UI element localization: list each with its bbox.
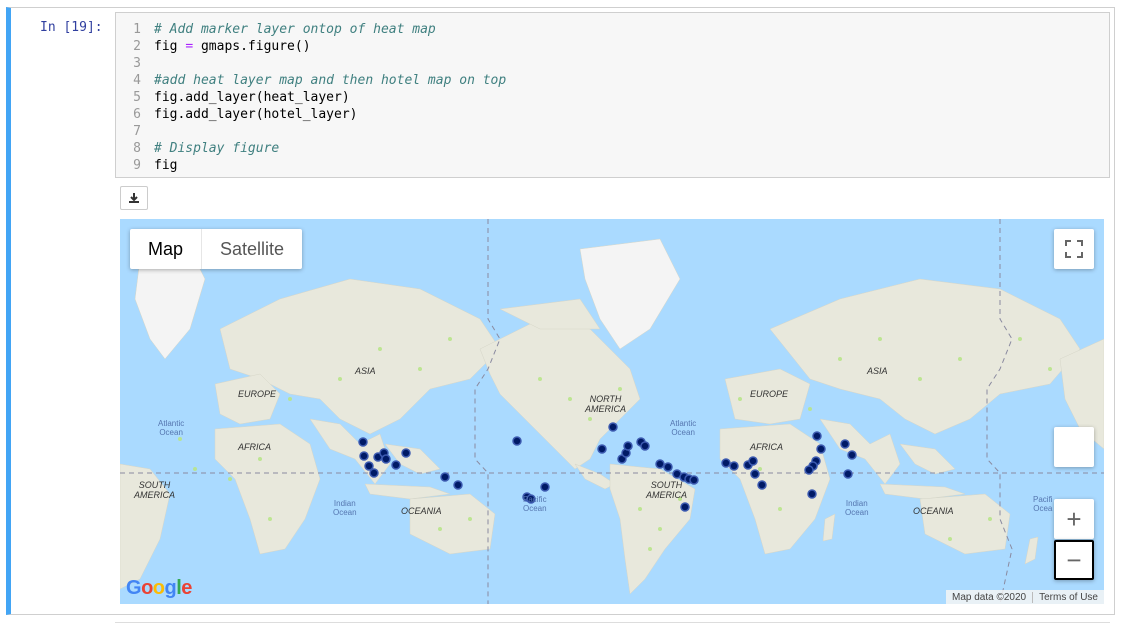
map-label-oceania-2: OCEANIA [913,506,954,516]
code-text: fig [154,39,186,54]
map-label-indian-ocean: Indian Ocean [333,499,357,517]
code-line: fig.add_layer(heat_layer) [154,90,350,105]
label-line: AMERICA [585,404,627,414]
label-line: Ocean [845,508,869,517]
map-label-asia-2: ASIA [867,366,888,376]
map-type-control: Map Satellite [130,229,303,269]
label-line: Indian [845,499,868,508]
map-label-atlantic: Atlantic Ocean [158,419,184,437]
label-line: Ocean [333,508,357,517]
fullscreen-button[interactable] [1054,229,1094,269]
label-line: AMERICA [646,490,688,500]
line-number: 2 [133,39,141,54]
label-line: Indian [333,499,356,508]
line-number: 9 [133,158,141,173]
google-logo: Google [126,577,192,599]
download-icon [129,193,139,203]
map-attribution: Map data ©2020 Terms of Use [946,590,1104,604]
code-editor[interactable]: 1 # Add marker layer ontop of heat map 2… [115,12,1110,178]
map-widget[interactable]: ASIA EUROPE AFRICA Atlantic Ocean SOUTH AM… [120,219,1104,604]
map-label-europe-2: EUROPE [750,389,789,399]
label-line: SOUTH [138,480,171,490]
map-label-atlantic-2: Atlantic Ocean [670,419,696,437]
code-line: fig = gmaps.figure() [154,38,311,55]
label-line: Ocea [1033,504,1053,513]
label-line: Pacifi [1033,495,1053,504]
fullscreen-icon [1065,240,1083,258]
map-label-pacific: Pacific Ocean [523,495,547,513]
line-number: 3 [133,56,141,71]
line-number: 1 [133,22,141,37]
line-number: 4 [133,73,141,88]
map-label-south-america-2: SOUTH AMERICA [646,480,687,500]
terms-of-use-link[interactable]: Terms of Use [1032,591,1104,603]
zoom-out-button[interactable]: − [1054,540,1094,580]
code-line: fig [154,158,178,173]
map-type-satellite-button[interactable]: Satellite [202,229,302,269]
label-line: Ocean [671,428,695,437]
map-label-asia: ASIA [355,366,376,376]
next-cell-edge [115,622,1110,627]
code-line: fig.add_layer(hotel_layer) [154,107,358,122]
code-line: #add heat layer map and then hotel map o… [154,73,507,88]
map-label-africa-2: AFRICA [750,442,784,452]
cell-prompt: In [19]: [40,20,103,35]
download-button[interactable] [120,186,148,210]
line-number: 5 [133,90,141,105]
operator: = [185,39,194,54]
map-label-south-america: SOUTH AMERICA [134,480,175,500]
label-line: Pacific [523,495,547,504]
map-label-europe: EUROPE [238,389,277,399]
label-line: Ocean [523,504,547,513]
attribution-data: Map data ©2020 [952,591,1027,603]
label-line: SOUTH [650,480,683,490]
zoom-in-button[interactable]: + [1054,499,1094,539]
label-line: Ocean [159,428,183,437]
map-label-africa: AFRICA [238,442,272,452]
line-number: 6 [133,107,141,122]
label-line: NORTH [589,394,622,404]
label-line: AMERICA [134,490,176,500]
world-copy-middle [479,238,1104,595]
map-label-north-america: NORTH AMERICA [585,394,626,414]
map-type-map-button[interactable]: Map [130,229,203,269]
street-view-button[interactable] [1054,427,1094,467]
map-label-pacific-2: Pacifi Ocea [1033,495,1053,513]
line-number: 8 [133,141,141,156]
map-label-indian-ocean-2: Indian Ocean [845,499,869,517]
code-line: # Add marker layer ontop of heat map [154,22,436,37]
label-line: Atlantic [670,419,697,428]
label-line: Atlantic [158,419,185,428]
code-text: gmaps.figure() [193,39,311,54]
map-label-oceania: OCEANIA [401,506,442,516]
line-number: 7 [133,124,141,139]
code-line: # Display figure [154,141,280,156]
